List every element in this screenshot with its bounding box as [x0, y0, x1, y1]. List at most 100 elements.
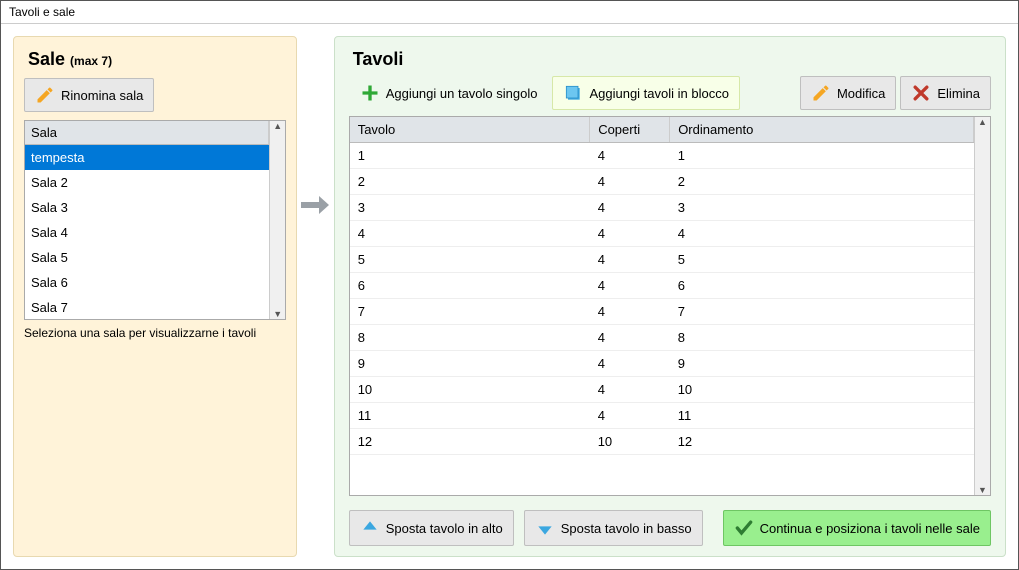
table-cell: 9 [670, 351, 974, 377]
rooms-panel: Sale (max 7) Rinomina sala SalatempestaS… [13, 36, 297, 557]
table-cell: 5 [350, 247, 590, 273]
delete-label: Elimina [937, 86, 980, 101]
arrow-right-icon [301, 196, 329, 214]
table-cell: 4 [590, 273, 670, 299]
delete-button[interactable]: Elimina [900, 76, 991, 110]
pencil-icon [35, 85, 55, 105]
table-cell: 4 [590, 351, 670, 377]
table-cell: 7 [670, 299, 974, 325]
table-row[interactable]: 848 [350, 325, 974, 351]
scroll-up-icon[interactable]: ▲ [273, 121, 282, 131]
move-down-button[interactable]: Sposta tavolo in basso [524, 510, 703, 546]
pencil-icon [811, 83, 831, 103]
arrow-down-icon [535, 518, 555, 538]
table-cell: 2 [670, 169, 974, 195]
table-row[interactable]: 343 [350, 195, 974, 221]
table-cell: 4 [590, 377, 670, 403]
table-row[interactable]: 11411 [350, 403, 974, 429]
table-row[interactable]: 444 [350, 221, 974, 247]
table-cell: 4 [590, 403, 670, 429]
table-cell: 4 [590, 221, 670, 247]
table-row[interactable]: 646 [350, 273, 974, 299]
scroll-down-icon[interactable]: ▼ [273, 309, 282, 319]
list-item[interactable]: tempesta [25, 145, 269, 170]
continue-button[interactable]: Continua e posiziona i tavoli nelle sale [723, 510, 991, 546]
tables-grid[interactable]: TavoloCopertiOrdinamento 141242343444545… [349, 116, 991, 496]
arrow-up-icon [360, 518, 380, 538]
add-single-table-button[interactable]: Aggiungi un tavolo singolo [349, 76, 549, 110]
plus-icon [360, 83, 380, 103]
list-item[interactable]: Sala 6 [25, 270, 269, 295]
table-cell: 4 [670, 221, 974, 247]
list-item[interactable]: Sala 2 [25, 170, 269, 195]
add-bulk-label: Aggiungi tavoli in blocco [589, 86, 728, 101]
table-cell: 5 [670, 247, 974, 273]
table-row[interactable]: 121012 [350, 429, 974, 455]
rooms-listbox[interactable]: SalatempestaSala 2Sala 3Sala 4Sala 5Sala… [24, 120, 286, 320]
table-cell: 8 [350, 325, 590, 351]
table-cell: 10 [670, 377, 974, 403]
list-item[interactable]: Sala 7 [25, 295, 269, 320]
list-item[interactable]: Sala 5 [25, 245, 269, 270]
table-cell: 4 [590, 247, 670, 273]
move-down-label: Sposta tavolo in basso [561, 521, 692, 536]
scroll-down-icon[interactable]: ▼ [978, 485, 987, 495]
table-column-header[interactable]: Coperti [590, 117, 670, 143]
list-item[interactable]: Sala 4 [25, 220, 269, 245]
rooms-hint: Seleziona una sala per visualizzarne i t… [24, 326, 286, 340]
table-cell: 1 [350, 143, 590, 169]
rooms-list-header[interactable]: Sala [25, 121, 269, 145]
table-cell: 4 [590, 325, 670, 351]
table-cell: 11 [350, 403, 590, 429]
delete-x-icon [911, 83, 931, 103]
table-column-header[interactable]: Tavolo [350, 117, 590, 143]
table-row[interactable]: 141 [350, 143, 974, 169]
table-cell: 7 [350, 299, 590, 325]
move-up-button[interactable]: Sposta tavolo in alto [349, 510, 514, 546]
table-cell: 12 [670, 429, 974, 455]
modify-button[interactable]: Modifica [800, 76, 896, 110]
table-cell: 10 [590, 429, 670, 455]
rooms-toolbar: Rinomina sala [24, 78, 286, 112]
table-column-header[interactable]: Ordinamento [670, 117, 974, 143]
table-cell: 2 [350, 169, 590, 195]
move-up-label: Sposta tavolo in alto [386, 521, 503, 536]
window-title: Tavoli e sale [1, 1, 1018, 24]
check-icon [734, 518, 754, 538]
table-row[interactable]: 747 [350, 299, 974, 325]
tables-bottom-bar: Sposta tavolo in alto Sposta tavolo in b… [349, 510, 991, 546]
table-row[interactable]: 242 [350, 169, 974, 195]
table-cell: 4 [590, 195, 670, 221]
tables-toolbar: Aggiungi un tavolo singolo Aggiungi tavo… [349, 76, 991, 110]
table-cell: 9 [350, 351, 590, 377]
window-body: Sale (max 7) Rinomina sala SalatempestaS… [1, 24, 1018, 569]
arrow-column [297, 36, 333, 557]
table-cell: 4 [590, 169, 670, 195]
table-cell: 12 [350, 429, 590, 455]
scroll-up-icon[interactable]: ▲ [978, 117, 987, 127]
table-row[interactable]: 10410 [350, 377, 974, 403]
table-cell: 1 [670, 143, 974, 169]
window: Tavoli e sale Sale (max 7) Rinomina sala… [0, 0, 1019, 570]
tables-scrollbar[interactable]: ▲ ▼ [974, 117, 990, 495]
rooms-max: (max 7) [70, 54, 112, 68]
tables-panel: Tavoli Aggiungi un tavolo singolo Aggiun… [334, 36, 1006, 557]
add-single-label: Aggiungi un tavolo singolo [386, 86, 538, 101]
table-cell: 11 [670, 403, 974, 429]
rooms-title: Sale (max 7) [28, 49, 286, 70]
add-bulk-tables-button[interactable]: Aggiungi tavoli in blocco [552, 76, 739, 110]
rename-room-button[interactable]: Rinomina sala [24, 78, 154, 112]
table-cell: 10 [350, 377, 590, 403]
rooms-scrollbar[interactable]: ▲ ▼ [269, 121, 285, 319]
continue-label: Continua e posiziona i tavoli nelle sale [760, 521, 980, 536]
table-cell: 8 [670, 325, 974, 351]
table-cell: 4 [350, 221, 590, 247]
table-cell: 6 [670, 273, 974, 299]
cube-icon [563, 83, 583, 103]
table-row[interactable]: 949 [350, 351, 974, 377]
rooms-title-text: Sale [28, 49, 65, 69]
modify-label: Modifica [837, 86, 885, 101]
table-row[interactable]: 545 [350, 247, 974, 273]
list-item[interactable]: Sala 3 [25, 195, 269, 220]
rename-room-label: Rinomina sala [61, 88, 143, 103]
